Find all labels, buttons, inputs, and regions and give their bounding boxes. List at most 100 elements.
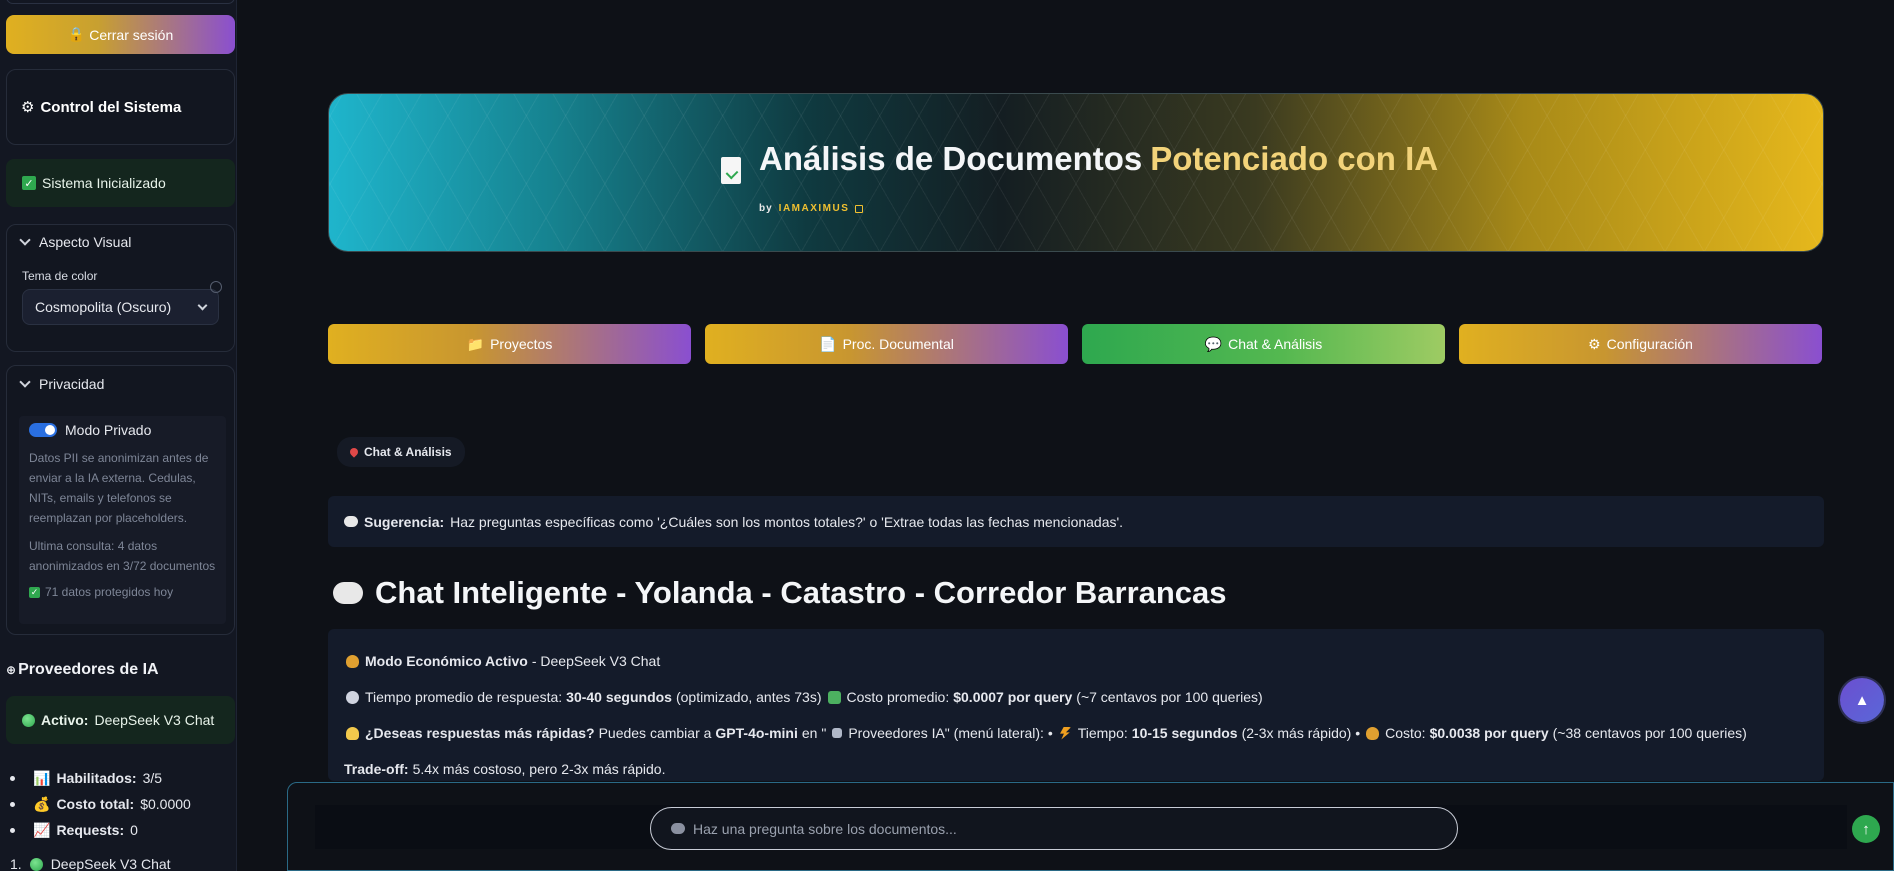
visual-aspect-header[interactable]: Aspecto Visual — [7, 225, 234, 259]
theme-label: Tema de color — [22, 269, 98, 283]
tradeoff-label: Trade-off: — [344, 761, 409, 777]
bullet — [10, 775, 15, 781]
tradeoff-text: 5.4x más costoso, pero 2-3x más rápido. — [412, 761, 666, 777]
faster-text: Puedes cambiar a — [598, 725, 712, 741]
faster-cost-value: $0.0038 por query — [1429, 725, 1549, 741]
logout-button[interactable]: 🔒 Cerrar sesión — [6, 15, 235, 54]
main-content: Análisis de Documentos Potenciado con IA… — [237, 0, 1894, 871]
time-value: 30-40 segundos — [566, 689, 672, 705]
scroll-to-top-button[interactable]: ▲ — [1840, 678, 1884, 722]
green-dot-icon — [22, 713, 35, 727]
suggestion-text: Haz preguntas específicas como '¿Cuáles … — [450, 513, 1124, 530]
system-control-card: ⚙ Control del Sistema — [6, 69, 235, 145]
tab-document-processing[interactable]: 📄 Proc. Documental — [705, 324, 1068, 364]
provider-list-item: 1. DeepSeek V3 Chat — [10, 856, 171, 871]
breadcrumb: Chat & Análisis — [337, 437, 465, 467]
tab-label: Proyectos — [490, 336, 553, 352]
stat-label: Costo total: — [56, 796, 135, 812]
money-icon — [827, 690, 841, 704]
money-bag-icon: 💰 — [33, 795, 51, 812]
tab-chat-analysis[interactable]: 💬 Chat & Análisis — [1082, 324, 1445, 364]
faster-in: en " — [801, 725, 827, 741]
stat-label: Requests: — [56, 822, 125, 838]
bulb-icon — [346, 726, 359, 740]
providers-title: ⊕ Proveedores de IA — [6, 661, 159, 679]
providers-title-text: Proveedores de IA — [18, 661, 159, 678]
check-icon: ✓ — [22, 176, 36, 190]
mode-line: Modo Económico Activo - DeepSeek V3 Chat — [344, 643, 1808, 679]
breadcrumb-label: Chat & Análisis — [364, 445, 452, 459]
stat-value: $0.0000 — [140, 796, 191, 812]
private-mode-toggle[interactable] — [29, 423, 57, 437]
chat-title: Chat Inteligente - Yolanda - Catastro - … — [333, 575, 1227, 611]
external-link-icon[interactable] — [855, 204, 864, 213]
stat-value: 3/5 — [142, 770, 163, 786]
last-query-info: Ultima consulta: 4 datos anonimizados en… — [29, 539, 216, 573]
cost-value: $0.0007 por query — [953, 689, 1073, 705]
help-icon[interactable] — [210, 281, 222, 293]
money-bag-icon — [1366, 726, 1380, 740]
tab-label: Chat & Análisis — [1228, 336, 1323, 352]
provider-stats-list: 📊 Habilitados: 3/5 💰 Costo total: $0.000… — [10, 765, 191, 843]
mode-value: - DeepSeek V3 Chat — [531, 653, 661, 669]
faster-line: ¿Deseas respuestas más rápidas? Puedes c… — [344, 715, 1808, 751]
chart-icon: 📊 — [33, 769, 51, 786]
private-mode-toggle-row[interactable]: Modo Privado — [29, 422, 216, 438]
time-text: Tiempo promedio de respuesta: — [365, 689, 563, 705]
list-item: 💰 Costo total: $0.0000 — [10, 791, 191, 817]
robot-icon — [832, 728, 843, 738]
system-initialized-alert: ✓ Sistema Inicializado — [6, 159, 235, 207]
protected-today-text: 71 datos protegidos hoy — [45, 585, 174, 599]
active-provider-value: DeepSeek V3 Chat — [94, 712, 215, 728]
folder-icon: 📁 — [466, 335, 485, 352]
list-item: 📈 Requests: 0 — [10, 817, 191, 843]
lock-icon: 🔒 — [67, 26, 86, 42]
clock-icon — [346, 690, 359, 704]
chat-bubble-icon — [344, 516, 358, 527]
tab-projects[interactable]: 📁 Proyectos — [328, 324, 691, 364]
privacy-header[interactable]: Privacidad — [7, 366, 234, 401]
economy-mode-info: Modo Económico Activo - DeepSeek V3 Chat… — [328, 629, 1824, 781]
author-link[interactable]: IAMAXIMUS — [779, 203, 850, 214]
chat-bubble-icon — [333, 582, 363, 604]
time-note: (optimizado, antes 73s) — [675, 689, 822, 705]
active-provider-label: Activo: — [41, 712, 89, 728]
send-button[interactable]: ↑ — [1852, 815, 1880, 843]
arrow-up-icon: ▲ — [1854, 691, 1870, 709]
suggestion-label: Sugerencia: — [364, 513, 445, 530]
by-label: by — [759, 203, 773, 214]
tab-settings[interactable]: ⚙ Configuración — [1459, 324, 1822, 364]
hero-banner: Análisis de Documentos Potenciado con IA… — [328, 93, 1824, 252]
bullet — [10, 827, 15, 833]
chevron-down-icon — [19, 234, 31, 246]
faster-time-value: 10-15 segundos — [1131, 725, 1238, 741]
chevron-down-icon — [19, 376, 31, 388]
privacy-panel: Modo Privado Datos PII se anonimizan ant… — [19, 416, 226, 624]
gear-icon: ⚙ — [1588, 335, 1601, 352]
chevron-down-icon — [197, 300, 208, 310]
faster-time-note: (2-3x más rápido) • — [1241, 725, 1361, 741]
tab-label: Configuración — [1606, 336, 1693, 352]
mode-label: Modo Económico Activo — [365, 653, 528, 669]
privacy-expander: Privacidad Modo Privado Datos PII se ano… — [6, 365, 235, 635]
robot-icon: ⊕ — [6, 663, 17, 677]
active-provider-alert: Activo: DeepSeek V3 Chat — [6, 696, 235, 744]
privacy-description: Datos PII se anonimizan antes de enviar … — [29, 451, 209, 525]
cost-note: (~7 centavos por 100 queries) — [1076, 689, 1263, 705]
chat-bubble-icon: 💬 — [1204, 335, 1223, 352]
pin-icon — [348, 446, 360, 458]
tab-label: Proc. Documental — [842, 336, 954, 352]
green-dot-icon — [29, 857, 43, 871]
provider-number: 1. — [10, 856, 22, 871]
chat-input-placeholder: Haz una pregunta sobre los documentos... — [693, 820, 957, 837]
faster-model: GPT-4o-mini — [715, 725, 798, 741]
stat-label: Habilitados: — [56, 770, 137, 786]
theme-select[interactable]: Cosmopolita (Oscuro) — [22, 289, 219, 325]
system-initialized-text: Sistema Inicializado — [42, 175, 166, 191]
faster-menu: Proveedores IA" (menú lateral): • — [848, 725, 1053, 741]
bolt-icon — [1060, 726, 1072, 740]
chat-input[interactable]: Haz una pregunta sobre los documentos... — [650, 807, 1458, 850]
hero-title-part1: Análisis de Documentos — [759, 140, 1143, 177]
document-icon: 📄 — [819, 335, 837, 352]
gear-icon: ⚙ — [21, 99, 35, 116]
